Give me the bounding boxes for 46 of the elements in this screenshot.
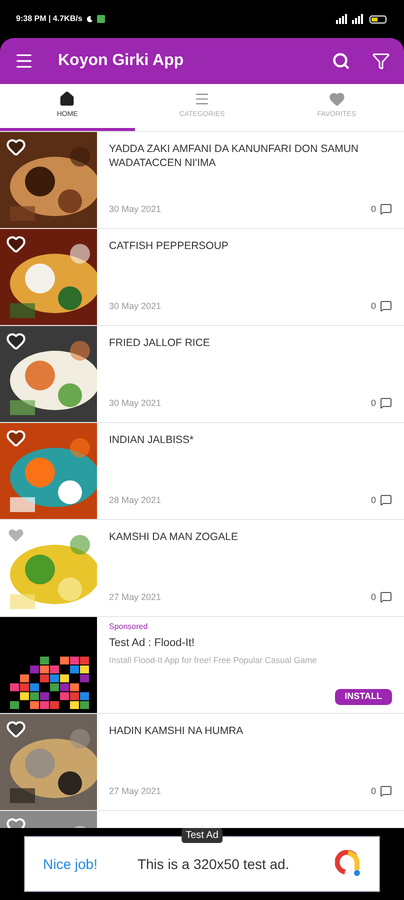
favorite-icon[interactable]	[6, 234, 26, 254]
comment-icon	[380, 785, 392, 798]
app-notification-icon	[97, 15, 106, 23]
filter-icon[interactable]	[372, 52, 390, 70]
ad-text: This is a 320x50 test ad.	[137, 854, 290, 874]
post-date: 30 May 2021	[109, 300, 162, 313]
ad-headline: Nice job!	[43, 854, 98, 874]
list-icon	[194, 91, 210, 108]
comment-count: 0	[370, 396, 376, 410]
post-date: 27 May 2021	[109, 784, 162, 798]
post-date: 30 May 2021	[109, 202, 162, 216]
ad-description: Install Flood-It App for free! Free Popular Casual Game	[109, 654, 318, 666]
search-icon[interactable]	[332, 52, 350, 70]
install-button[interactable]: INSTALL	[334, 689, 392, 705]
ad-logo-icon	[335, 850, 361, 878]
recipe-title[interactable]: INDIAN JALBISS*	[109, 433, 392, 447]
comment-icon	[380, 203, 392, 216]
test-ad-tag: Test Ad	[182, 828, 222, 843]
comment-icon	[380, 494, 392, 506]
comment-icon	[380, 397, 392, 410]
comment-icon	[380, 591, 392, 604]
comment-icon	[380, 300, 392, 312]
moon-icon	[86, 15, 94, 23]
recipe-title[interactable]: CATFISH PEPPERSOUP	[109, 239, 392, 253]
comment-count: 0	[370, 202, 376, 216]
home-icon	[59, 91, 76, 108]
favorite-icon[interactable]	[6, 428, 26, 448]
post-date: 30 May 2021	[109, 396, 162, 410]
post-date: 28 May 2021	[109, 494, 162, 507]
recipe-title[interactable]: KAMSHI DA MAN ZOGALE	[109, 530, 392, 544]
heart-icon	[328, 91, 345, 108]
recipe-title[interactable]: FRIED JALLOF RICE	[109, 336, 392, 350]
favorite-icon[interactable]	[6, 137, 26, 157]
post-date: 27 May 2021	[109, 590, 162, 604]
status-time: 9:38 PM | 4.7KB/s	[16, 13, 82, 25]
comment-count: 0	[370, 590, 376, 604]
comment-count: 0	[370, 494, 376, 506]
recipe-title[interactable]: YADDA ZAKI AMFANI DA KANUNFARI DON SAMUN WADATACCEN NI'IMA	[109, 142, 392, 170]
favorite-icon[interactable]	[6, 331, 26, 351]
app-title: Koyon Girki App	[58, 51, 184, 71]
ad-title[interactable]: Test Ad : Flood-It!	[109, 635, 392, 652]
recipe-title[interactable]: HADIN KAMSHI NA HUMRA	[109, 724, 392, 738]
comment-count: 0	[370, 784, 376, 798]
comment-count: 0	[370, 300, 376, 312]
status-icons	[336, 14, 388, 24]
sponsored-label: Sponsored	[109, 621, 149, 633]
